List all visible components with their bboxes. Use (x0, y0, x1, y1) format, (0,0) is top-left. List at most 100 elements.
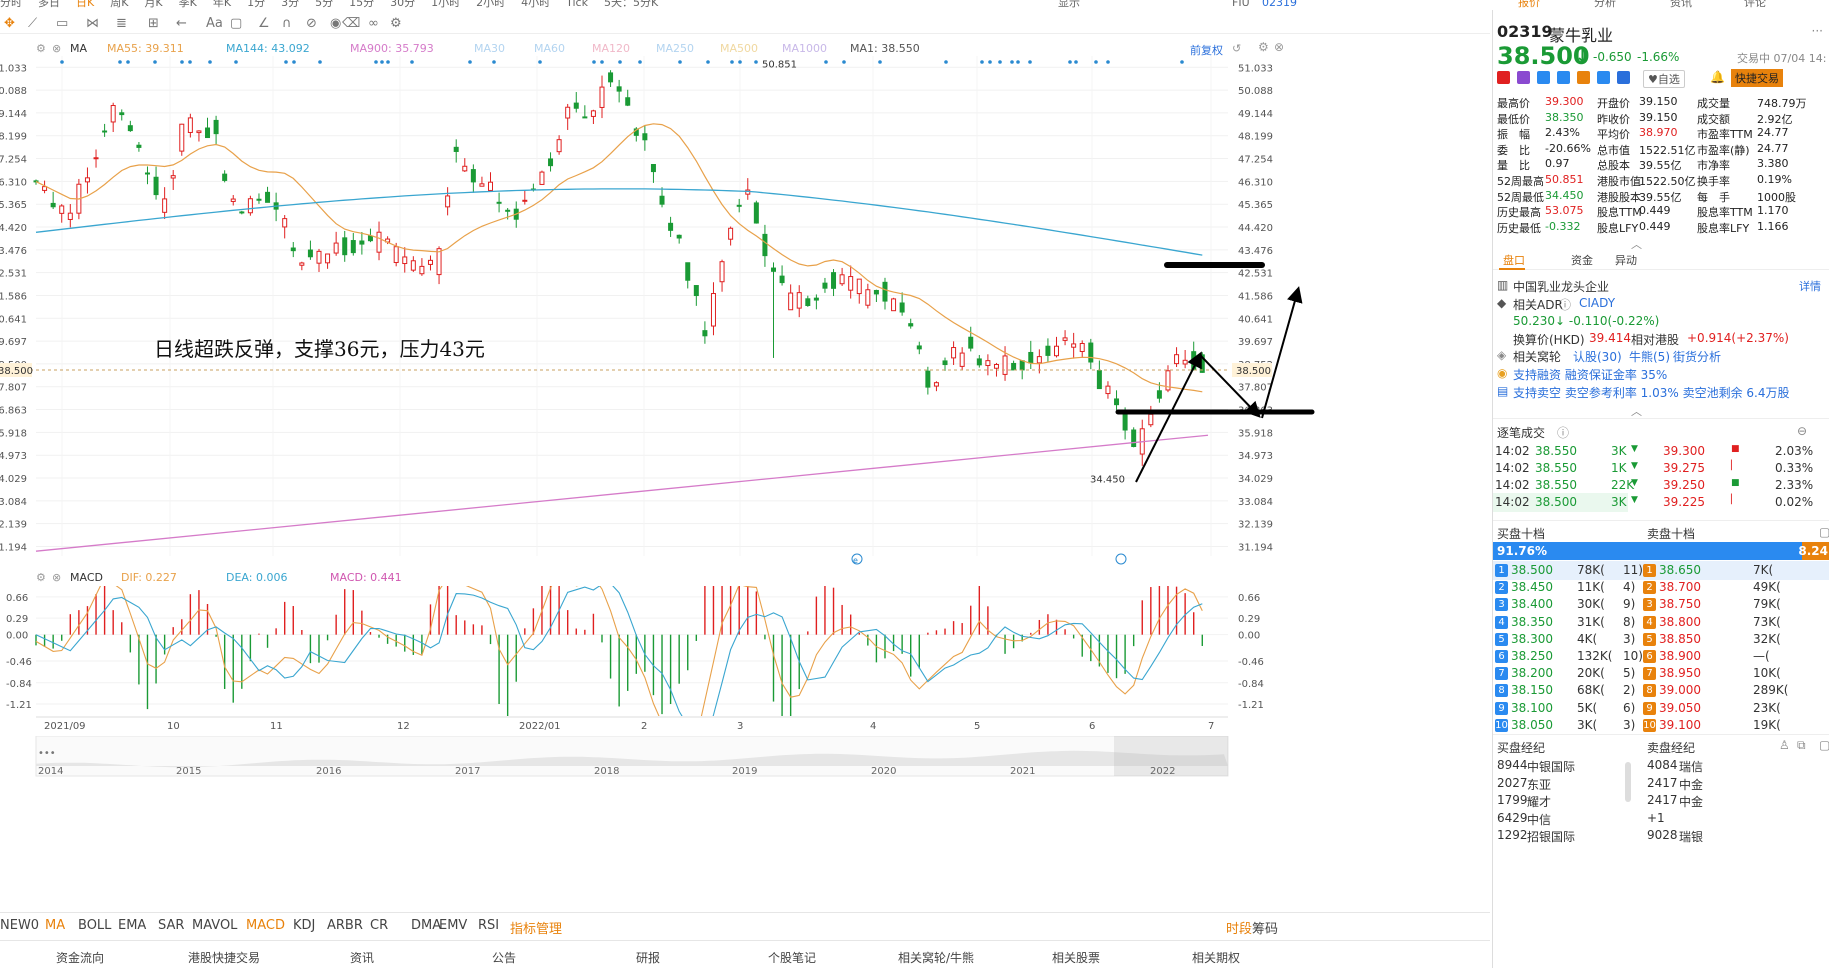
adr-code-link[interactable]: CIADY (1579, 296, 1615, 310)
bottom-tab[interactable]: 相关股票 (1052, 949, 1100, 966)
side-pct: 0.33% (1775, 461, 1814, 475)
indicator-tab[interactable]: KDJ (293, 918, 315, 933)
date-axis-label: 3 (737, 721, 743, 732)
stat-label: 市净率 (1697, 159, 1730, 173)
bottom-tab[interactable]: 公告 (492, 949, 516, 966)
stats-grid: 最高价 39.300 开盘价 39.150 成交量 748.79万 最低价 38.350 昨收价… (1493, 95, 1829, 235)
broker-buy-title: 买盘经纪 (1497, 741, 1546, 755)
right-tab[interactable]: 资讯 (1670, 0, 1692, 8)
broker-row[interactable]: 1799 耀才 2417 中金 (1493, 791, 1829, 810)
broker-row[interactable]: 2027 东亚 2417 中金 (1493, 774, 1829, 793)
broker-settings-icon[interactable]: ▢ (1819, 738, 1829, 752)
orderbook-row[interactable]: 6 38.250 132K(10) 6 38.900 —( (1493, 647, 1829, 666)
broker-copy-icon[interactable]: ⧉ (1797, 738, 1806, 753)
warrant-call-link[interactable]: 认股(30) (1573, 348, 1622, 365)
indicator-tab[interactable]: EMA (118, 918, 146, 933)
orderbook-settings-icon[interactable]: ▢ (1819, 525, 1829, 539)
indicator-tab[interactable]: NEW0 (0, 918, 39, 933)
indicator-tab[interactable]: EMV (439, 918, 467, 933)
tick-settings-icon[interactable]: ⊖ (1797, 424, 1807, 438)
industry-text: 中国乳业龙头企业 (1513, 280, 1610, 294)
stat-label: 委 比 (1497, 143, 1530, 157)
collapse-chevron-2-icon[interactable]: ︿ (1631, 403, 1642, 419)
bid-level-badge: 8 (1495, 684, 1508, 698)
feature-icon[interactable] (1497, 71, 1510, 84)
bid-price: 38.350 (1511, 614, 1553, 629)
orderbook-row[interactable]: 8 38.150 68K(2) 8 39.000 289K( (1493, 681, 1829, 700)
bottom-tab[interactable]: 港股快捷交易 (188, 949, 260, 966)
quick-trade-button[interactable]: 快捷交易 (1731, 69, 1783, 87)
tick-help-icon[interactable]: ⓘ (1557, 424, 1569, 441)
broker-row[interactable]: 6429 中信 +1 (1493, 809, 1829, 828)
bottom-tab[interactable]: 资金流向 (56, 949, 104, 966)
bottom-tab[interactable]: 研报 (636, 949, 660, 966)
feature-icon[interactable] (1537, 71, 1550, 84)
indicator-tab[interactable]: ARBR (327, 918, 363, 933)
street-analysis-link[interactable]: 街货分析 (1673, 348, 1721, 365)
orderbook-row[interactable]: 10 38.050 3K(3) 10 39.100 19K( (1493, 716, 1829, 735)
right-tab[interactable]: 评论 (1744, 0, 1766, 8)
feature-icon[interactable] (1557, 71, 1570, 84)
right-tab[interactable]: 报价 (1518, 0, 1540, 8)
more-icon[interactable]: ··· (1812, 24, 1823, 38)
bottom-tab[interactable]: 个股笔记 (768, 949, 816, 966)
orderbook-row[interactable]: 7 38.200 20K(5) 7 38.950 10K( (1493, 664, 1829, 683)
stat-label: 最高价 (1497, 97, 1530, 110)
macd-chart[interactable]: 0.66 0.66 0.29 0.29 0.00 0.00 -0.46 -0.46 -0.84 -… (0, 586, 1290, 716)
chips-toggle[interactable]: 筹码 (1252, 918, 1278, 937)
indicator-tab[interactable]: RSI (478, 918, 499, 933)
tick-dir-icon: ▼ (1631, 461, 1638, 471)
broker-person-icon[interactable]: ♙ (1779, 738, 1790, 752)
margin-info[interactable]: 支持融资 融资保证金率 35% (1513, 366, 1667, 383)
indicator-tab[interactable]: MACD (246, 918, 285, 933)
broker-scrollbar[interactable] (1625, 762, 1631, 802)
orderbook-row[interactable]: 3 38.400 30K(9) 3 38.750 79K( (1493, 595, 1829, 614)
year-label: 2014 (38, 766, 63, 777)
indicator-tab[interactable]: 指标管理 (510, 918, 562, 937)
help-icon[interactable]: ⓘ (1559, 296, 1571, 313)
macd-gear-icon[interactable]: ⚙ (36, 571, 46, 584)
year-label: 2016 (316, 766, 341, 777)
feature-icon[interactable] (1597, 71, 1610, 84)
orderbook-row[interactable]: 1 38.500 78K(11) 1 38.650 7K( (1493, 561, 1829, 580)
indicator-tab[interactable]: MAVOL (192, 918, 237, 933)
add-watchlist-button[interactable]: ♥自选 (1643, 70, 1685, 88)
bottom-tab[interactable]: 资讯 (350, 949, 374, 966)
period-toggle[interactable]: 时段 (1226, 918, 1252, 937)
ask-level-badge: 6 (1643, 650, 1656, 663)
broker-row[interactable]: 8944 中银国际 4084 瑞信 (1493, 756, 1829, 775)
sub-tab[interactable]: 异动 (1615, 252, 1637, 268)
bell-icon[interactable]: 🔔 (1710, 70, 1725, 84)
macd-select[interactable]: MACD (70, 571, 103, 584)
orderbook-row[interactable]: 2 38.450 11K(4) 2 38.700 49K( (1493, 578, 1829, 597)
side-mark: ■ (1731, 478, 1740, 488)
feature-icon[interactable] (1617, 71, 1630, 84)
macd-axis-left-label: 0.66 (6, 593, 28, 604)
orderbook-row[interactable]: 9 38.100 5K(6) 9 39.050 23K( (1493, 699, 1829, 718)
indicator-tab[interactable]: MA (45, 918, 65, 933)
bottom-tab[interactable]: 相关窝轮/牛熊 (898, 949, 974, 966)
sub-tab[interactable]: 资金 (1571, 252, 1593, 268)
macd-axis-label: 0.29 (1238, 614, 1260, 625)
macd-close-icon[interactable]: ⊗ (52, 571, 61, 584)
indicator-tab[interactable]: BOLL (78, 918, 111, 933)
sub-tab[interactable]: 盘口 (1503, 252, 1525, 268)
indicator-tab[interactable]: SAR (158, 918, 184, 933)
right-tab[interactable]: 分析 (1594, 0, 1616, 8)
feature-icon[interactable] (1517, 71, 1530, 84)
bid-orders: 5) (1623, 666, 1636, 681)
side-pct: 2.03% (1775, 444, 1814, 458)
bottom-tab[interactable]: 相关期权 (1192, 949, 1240, 966)
indicator-tab[interactable]: CR (370, 918, 388, 933)
orderbook-row[interactable]: 5 38.300 4K(3) 5 38.850 32K( (1493, 630, 1829, 649)
short-info[interactable]: 支持卖空 卖空参考利率 1.03% 卖空池剩余 6.4万股 (1513, 384, 1789, 401)
broker-row[interactable]: 1292 招银国际 9028 瑞银 (1493, 826, 1829, 845)
feature-icon[interactable] (1577, 71, 1590, 84)
navigator-dots-icon[interactable]: ••• (38, 748, 56, 759)
orderbook-row[interactable]: 4 38.350 31K(8) 4 38.800 73K( (1493, 613, 1829, 632)
detail-link[interactable]: 详情 (1799, 278, 1821, 294)
warrant-cbbc-link[interactable]: 牛熊(5) (1629, 348, 1670, 365)
bid-price: 38.450 (1511, 580, 1553, 595)
time-navigator[interactable]: ••• 2014 2015 2016 2017 2018 2019 2020 2021 2022 (0, 736, 1290, 778)
indicator-tab[interactable]: DMA (411, 918, 441, 933)
